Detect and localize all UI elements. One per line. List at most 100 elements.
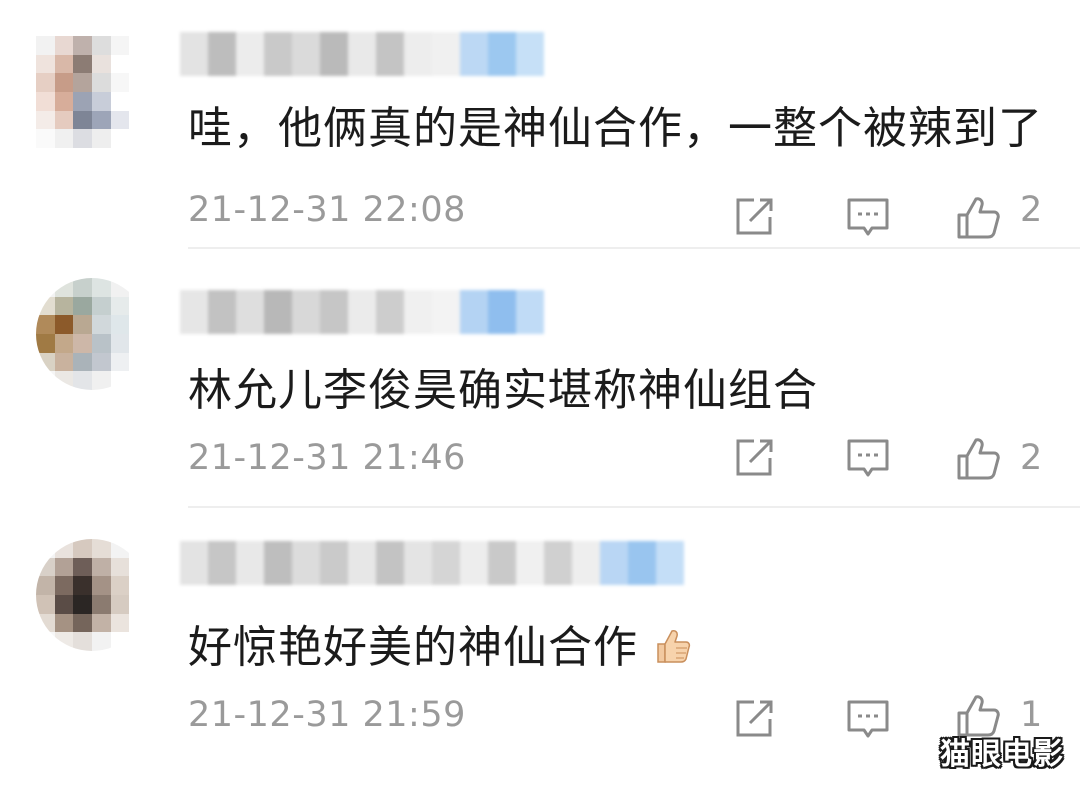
blur-tile (376, 541, 404, 585)
share-icon[interactable] (732, 697, 776, 741)
username-blurred[interactable] (180, 32, 544, 76)
blur-tile (544, 541, 572, 585)
mosaic-tile (54, 73, 74, 92)
blur-tile (404, 32, 432, 76)
blur-tile (180, 32, 208, 76)
blur-tile (460, 541, 488, 585)
mosaic-tile (110, 613, 130, 633)
thumbs-up-icon[interactable] (956, 195, 1000, 239)
blur-tile (376, 290, 404, 334)
divider (188, 247, 1080, 249)
mosaic-tile (36, 129, 55, 148)
comment-text: 哇，他俩真的是神仙合作，一整个被辣到了 (188, 103, 1043, 154)
mosaic-tile (91, 539, 111, 558)
mosaic-tile (91, 557, 111, 577)
blur-tile (516, 32, 544, 76)
share-icon[interactable] (732, 436, 776, 480)
mosaic-tile (36, 594, 55, 614)
like-count: 2 (1020, 438, 1043, 478)
comment-item: 林允儿李俊昊确实堪称神仙组合 21-12-31 21:46 2 (0, 278, 1080, 508)
mosaic-tile (129, 613, 148, 633)
username-blurred[interactable] (180, 541, 684, 585)
thumbs-up-icon[interactable] (956, 436, 1000, 480)
blur-tile (264, 541, 292, 585)
mosaic-tile (36, 110, 55, 130)
mosaic-tile (91, 371, 111, 390)
mosaic-tile (54, 557, 74, 577)
comment-icon[interactable] (846, 697, 890, 741)
blur-tile (292, 32, 320, 76)
mosaic-tile (73, 576, 92, 595)
blur-tile (180, 541, 208, 585)
mosaic-tile (110, 352, 130, 372)
mosaic-tile (73, 278, 92, 297)
mosaic-tile (54, 594, 74, 614)
mosaic-tile (91, 576, 111, 595)
mosaic-tile (36, 278, 55, 297)
blur-tile (180, 290, 208, 334)
blur-tile (348, 541, 376, 585)
comment-timestamp: 21-12-31 21:59 (188, 695, 466, 735)
mosaic-tile (54, 129, 74, 148)
mosaic-tile (110, 371, 130, 390)
mosaic-tile (129, 557, 148, 577)
mosaic-tile (129, 333, 148, 353)
mosaic-tile (36, 91, 55, 111)
mosaic-tile (36, 632, 55, 651)
mosaic-tile (110, 333, 130, 353)
mosaic-tile (36, 539, 55, 558)
mosaic-tile (36, 557, 55, 577)
username-blurred[interactable] (180, 290, 544, 334)
mosaic-tile (91, 73, 111, 92)
mosaic-tile (91, 632, 111, 651)
mosaic-tile (110, 36, 130, 55)
comment-timestamp: 21-12-31 22:08 (188, 190, 466, 230)
blur-tile (320, 290, 348, 334)
blur-tile (488, 541, 516, 585)
blur-tile (460, 290, 488, 334)
comment-icon[interactable] (846, 195, 890, 239)
avatar[interactable] (36, 36, 148, 148)
blur-tile (236, 290, 264, 334)
blur-tile (264, 290, 292, 334)
mosaic-tile (36, 333, 55, 353)
mosaic-tile (129, 296, 148, 316)
avatar-pixelated (36, 278, 148, 390)
mosaic-tile (129, 352, 148, 372)
blur-tile (460, 32, 488, 76)
mosaic-tile (73, 91, 92, 111)
mosaic-tile (54, 110, 74, 130)
blur-tile (264, 32, 292, 76)
mosaic-tile (129, 73, 148, 92)
mosaic-tile (36, 613, 55, 633)
mosaic-tile (73, 73, 92, 92)
comment-icon[interactable] (846, 436, 890, 480)
mosaic-tile (54, 539, 74, 558)
blur-tile (348, 290, 376, 334)
mosaic-tile (36, 36, 55, 55)
comment-item: 好惊艳好美的神仙合作 21-12-31 21:59 1 (0, 535, 1080, 785)
blur-tile (404, 541, 432, 585)
mosaic-tile (129, 91, 148, 111)
avatar[interactable] (36, 278, 148, 390)
mosaic-tile (110, 557, 130, 577)
mosaic-tile (54, 36, 74, 55)
blur-tile (320, 32, 348, 76)
mosaic-tile (110, 91, 130, 111)
blur-tile (208, 32, 236, 76)
mosaic-tile (73, 54, 92, 74)
mosaic-tile (91, 315, 111, 334)
avatar[interactable] (36, 539, 148, 651)
blur-tile (236, 541, 264, 585)
mosaic-tile (73, 333, 92, 353)
mosaic-tile (110, 576, 130, 595)
mosaic-tile (129, 576, 148, 595)
mosaic-tile (54, 632, 74, 651)
blur-tile (236, 32, 264, 76)
comment-text: 林允儿李俊昊确实堪称神仙组合 (188, 365, 818, 416)
mosaic-tile (54, 371, 74, 390)
share-icon[interactable] (732, 195, 776, 239)
mosaic-tile (73, 539, 92, 558)
mosaic-tile (91, 296, 111, 316)
mosaic-tile (129, 632, 148, 651)
